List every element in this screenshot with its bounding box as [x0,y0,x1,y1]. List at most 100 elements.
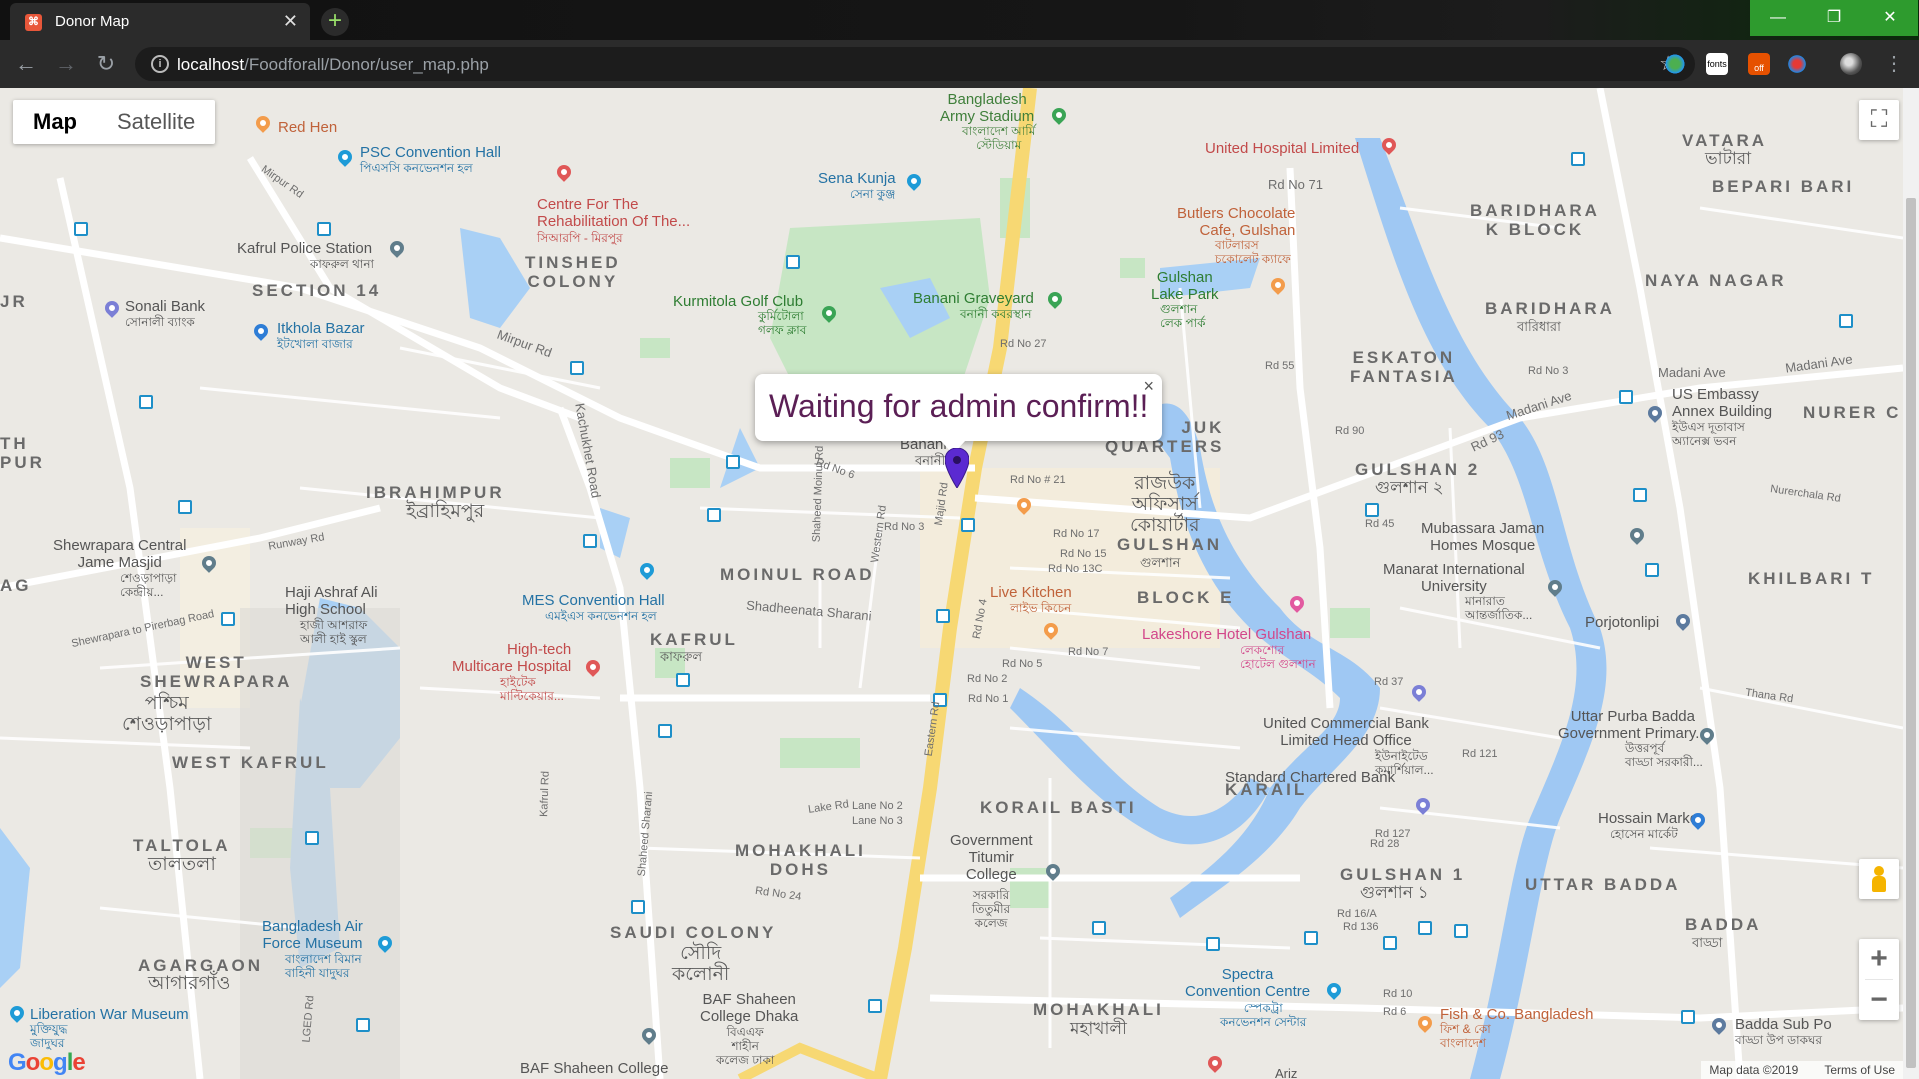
bus-stop-icon[interactable] [1839,314,1853,328]
bus-stop-icon[interactable] [1206,937,1220,951]
extension-off-icon[interactable]: off [1748,53,1770,75]
bus-stop-icon[interactable] [1681,1010,1695,1024]
bus-stop-icon[interactable] [1418,921,1432,935]
poi-porjotonlipi[interactable]: Porjotonlipi [1585,614,1659,631]
bus-stop-icon[interactable] [1645,563,1659,577]
poi-liberation-war-museum[interactable]: Liberation War Museum [30,1006,189,1023]
restore-button[interactable]: ❐ [1806,0,1862,36]
bus-stop-icon[interactable] [676,673,690,687]
bus-stop-icon[interactable] [317,222,331,236]
bus-stop-icon[interactable] [961,518,975,532]
map-view-button[interactable]: Map [13,100,97,144]
poi-mubassara-mosque[interactable]: Mubassara Jaman Homes Mosque [1421,520,1544,554]
poi-fish-co[interactable]: Fish & Co. Bangladesh [1440,1006,1593,1023]
tab-donor-map[interactable]: ⌘ Donor Map ✕ [10,3,310,40]
bus-stop-icon[interactable] [631,900,645,914]
poi-live-kitchen-bn: লাইভ কিচেন [1010,601,1072,615]
bus-stop-icon[interactable] [868,999,882,1013]
poi-psc-convention-hall[interactable]: PSC Convention Hall [360,144,501,161]
poi-sena-kunja[interactable]: Sena Kunja [818,170,896,187]
road-label: Rd No 13C [1048,563,1103,575]
poi-kurmitola-golf[interactable]: Kurmitola Golf Club [673,293,803,310]
bus-stop-icon[interactable] [786,255,800,269]
bus-stop-icon[interactable] [658,724,672,738]
map-canvas[interactable]: SECTION 14 TINSHED COLONY IBRAHIMPUR ইব্… [0,88,1903,1079]
zoom-out-button[interactable]: − [1859,980,1899,1020]
bus-stop-icon[interactable] [1454,924,1468,938]
bus-stop-icon[interactable] [178,500,192,514]
street-view-pegman-icon[interactable] [1859,859,1899,899]
url-host: localhost [177,55,245,74]
poi-crp[interactable]: Centre For The Rehabilitation Of The... [537,196,690,230]
poi-hightech-hospital[interactable]: High-tech Multicare Hospital [452,641,571,675]
poi-baf-shaheen-college-2[interactable]: BAF Shaheen College [520,1060,668,1077]
poi-live-kitchen[interactable]: Live Kitchen [990,584,1072,601]
poi-spectra[interactable]: Spectra Convention Centre [1185,966,1310,1000]
bus-stop-icon[interactable] [139,395,153,409]
poi-badda-sub-post[interactable]: Badda Sub Po [1735,1016,1832,1033]
close-window-button[interactable]: ✕ [1862,0,1918,36]
address-bar[interactable]: i localhost/Foodforall/Donor/user_map.ph… [135,47,1695,81]
bus-stop-icon[interactable] [1365,503,1379,517]
bus-stop-icon[interactable] [1383,936,1397,950]
extension-fonts-icon[interactable]: fonts [1706,53,1728,75]
poi-baf-shaheen-college[interactable]: BAF Shaheen College Dhaka [700,991,798,1025]
poi-uttar-purba-school[interactable]: Uttar Purba Badda Government Primary... [1558,708,1708,742]
bus-stop-icon[interactable] [936,609,950,623]
poi-titumir-college[interactable]: Government Titumir College [950,832,1033,883]
bus-stop-icon[interactable] [305,831,319,845]
bus-stop-icon[interactable] [1619,390,1633,404]
tab-close-icon[interactable]: ✕ [283,11,298,32]
poi-lakeshore-hotel[interactable]: Lakeshore Hotel Gulshan [1142,626,1311,643]
location-marker-icon[interactable] [945,448,969,488]
bus-stop-icon[interactable] [221,612,235,626]
bus-stop-icon[interactable] [583,534,597,548]
poi-gulshan-lake-park[interactable]: Gulshan Lake Park [1151,269,1219,303]
info-icon[interactable]: i [151,55,169,73]
fullscreen-button[interactable]: ⛶ [1859,100,1899,140]
menu-kebab-icon[interactable]: ⋮ [1880,50,1908,78]
poi-hossain-market[interactable]: Hossain Market [1598,810,1702,827]
poi-army-stadium[interactable]: Bangladesh Army Stadium [940,91,1034,125]
back-button[interactable]: ← [12,50,40,78]
info-window-close-button[interactable]: × [1143,376,1154,397]
bus-stop-icon[interactable] [707,508,721,522]
profile-avatar[interactable] [1840,53,1862,75]
bus-stop-icon[interactable] [1304,931,1318,945]
poi-united-hospital[interactable]: United Hospital Limited [1205,140,1359,157]
poi-butlers[interactable]: Butlers Chocolate Cafe, Gulshan [1177,205,1295,239]
bus-stop-icon[interactable] [1571,152,1585,166]
extension-globe-icon[interactable] [1664,53,1686,75]
forward-button[interactable]: → [52,50,80,78]
reload-button[interactable]: ↻ [92,50,120,78]
poi-haji-school[interactable]: Haji Ashraf Ali High School [285,584,378,618]
poi-baf-museum[interactable]: Bangladesh Air Force Museum [262,918,363,952]
bus-stop-icon[interactable] [356,1018,370,1032]
poi-manarat-university[interactable]: Manarat International University [1383,561,1525,595]
new-tab-button[interactable]: + [321,8,349,36]
bus-stop-icon[interactable] [1092,921,1106,935]
zoom-in-button[interactable]: + [1859,939,1899,979]
poi-banani-graveyard[interactable]: Banani Graveyard [913,290,1034,307]
url-text: localhost/Foodforall/Donor/user_map.php [177,55,489,75]
poi-sonali-bank[interactable]: Sonali Bank [125,298,205,315]
page-scrollbar[interactable] [1903,88,1919,1079]
poi-us-embassy[interactable]: US Embassy Annex Building [1672,386,1772,420]
poi-standard-chartered[interactable]: Standard Chartered Bank [1225,769,1395,786]
bus-stop-icon[interactable] [1633,488,1647,502]
terms-of-use-link[interactable]: Terms of Use [1824,1061,1895,1079]
satellite-view-button[interactable]: Satellite [97,100,215,144]
extension-shield-icon[interactable] [1786,53,1808,75]
minimize-button[interactable]: — [1750,0,1806,36]
bus-stop-icon[interactable] [74,222,88,236]
poi-ucb[interactable]: United Commercial Bank Limited Head Offi… [1263,715,1429,749]
bus-stop-icon[interactable] [570,361,584,375]
poi-kafrul-police[interactable]: Kafrul Police Station [237,240,372,257]
poi-manarat-bn: মানারাত আন্তর্জাতিক... [1465,594,1533,622]
scrollbar-thumb[interactable] [1906,198,1916,1068]
poi-shewrapara-mosque[interactable]: Shewrapara Central Jame Masjid [53,537,186,571]
poi-red-hen[interactable]: Red Hen [278,119,337,136]
bus-stop-icon[interactable] [726,455,740,469]
poi-itkhola-bazar[interactable]: Itkhola Bazar [277,320,365,337]
poi-mes-convention[interactable]: MES Convention Hall [522,592,665,609]
